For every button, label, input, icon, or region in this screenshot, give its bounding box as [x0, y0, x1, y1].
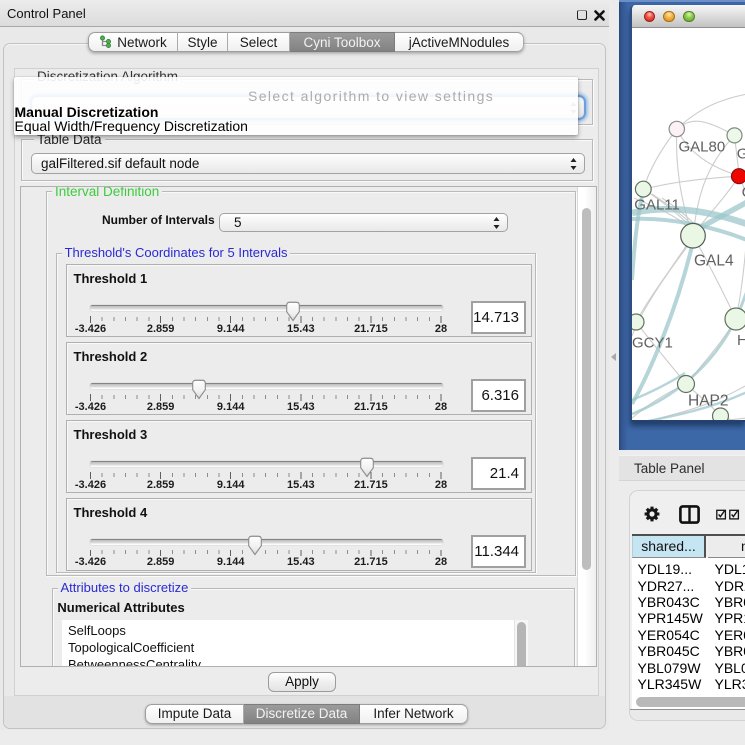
svg-text:GAL4: GAL4 — [694, 253, 734, 270]
svg-text:C: C — [742, 184, 745, 201]
svg-text:HAP2: HAP2 — [688, 393, 729, 410]
svg-text:GA: GA — [737, 146, 745, 163]
svg-text:GAL11: GAL11 — [634, 197, 680, 214]
svg-text:GAL80: GAL80 — [679, 139, 726, 156]
svg-text:GCY1: GCY1 — [632, 335, 673, 352]
svg-text:H: H — [737, 332, 745, 349]
